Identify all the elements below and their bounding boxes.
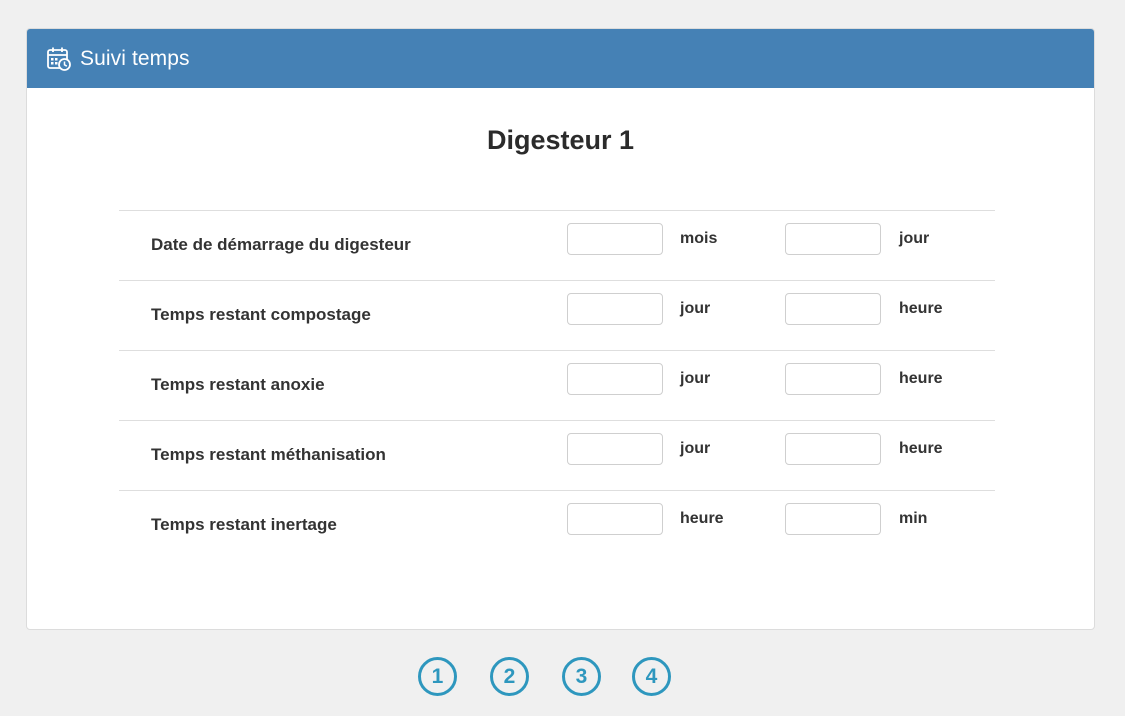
row-label: Temps restant inertage <box>151 515 337 534</box>
anoxia-hours-input[interactable] <box>785 363 881 395</box>
row-label: Temps restant anoxie <box>151 375 325 394</box>
row-label: Temps restant compostage <box>151 305 371 324</box>
unit-label: heure <box>899 370 943 387</box>
composting-days-input[interactable] <box>567 293 663 325</box>
unit-label: jour <box>680 300 711 317</box>
start-month-input[interactable] <box>567 223 663 255</box>
methanisation-hours-input[interactable] <box>785 433 881 465</box>
calendar-clock-icon <box>44 44 74 74</box>
page-button-1[interactable]: 1 <box>418 657 457 696</box>
methanisation-days-input[interactable] <box>567 433 663 465</box>
unit-label: jour <box>899 230 930 247</box>
unit-label: jour <box>680 370 711 387</box>
unit-label: jour <box>680 440 711 457</box>
table-row-start-date: Date de démarrage du digesteur mois jour <box>119 210 995 280</box>
panel-header: Suivi temps <box>27 29 1094 88</box>
unit-label: heure <box>680 510 724 527</box>
pagination: 1 2 3 4 <box>0 657 1125 699</box>
panel-title: Suivi temps <box>80 46 190 70</box>
inerting-minutes-input[interactable] <box>785 503 881 535</box>
start-day-input[interactable] <box>785 223 881 255</box>
page-button-2[interactable]: 2 <box>490 657 529 696</box>
table-row-inerting: Temps restant inertage heure min <box>119 490 995 560</box>
row-label: Date de démarrage du digesteur <box>151 235 411 254</box>
composting-hours-input[interactable] <box>785 293 881 325</box>
unit-label: mois <box>680 230 718 247</box>
table-row-anoxia: Temps restant anoxie jour heure <box>119 350 995 420</box>
page-button-3[interactable]: 3 <box>562 657 601 696</box>
time-tracking-panel: Suivi temps Digesteur 1 Date de démarrag… <box>26 28 1095 630</box>
time-table: Date de démarrage du digesteur mois jour… <box>119 210 995 560</box>
unit-label: min <box>899 510 928 527</box>
digester-title: Digesteur 1 <box>486 125 635 155</box>
table-row-composting: Temps restant compostage jour heure <box>119 280 995 350</box>
table-row-methanisation: Temps restant méthanisation jour heure <box>119 420 995 490</box>
anoxia-days-input[interactable] <box>567 363 663 395</box>
row-label: Temps restant méthanisation <box>151 445 386 464</box>
page-button-4[interactable]: 4 <box>632 657 671 696</box>
inerting-hours-input[interactable] <box>567 503 663 535</box>
unit-label: heure <box>899 440 943 457</box>
unit-label: heure <box>899 300 943 317</box>
